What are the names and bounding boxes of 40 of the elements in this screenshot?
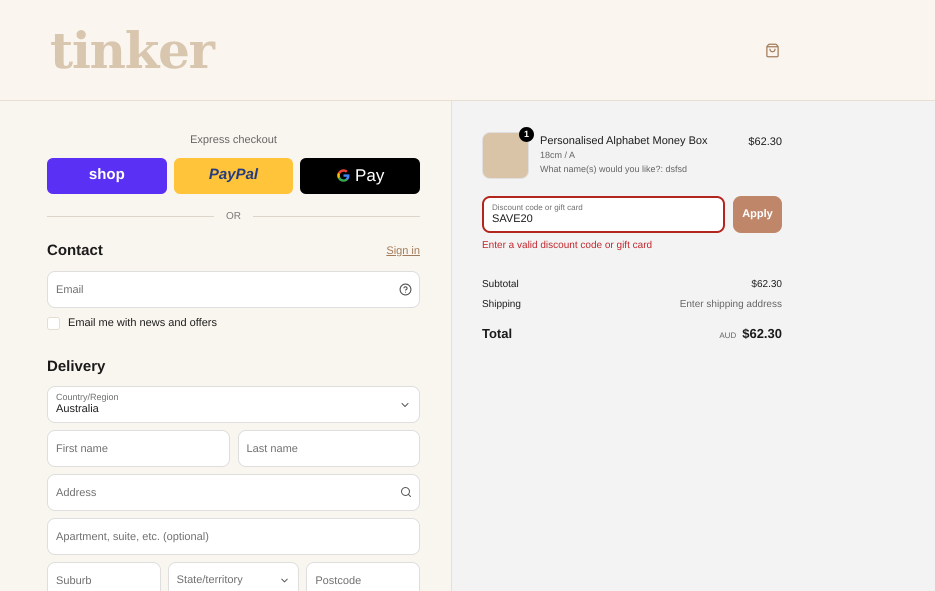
shopping-bag-icon[interactable] — [765, 42, 780, 58]
quantity-badge: 1 — [519, 127, 534, 142]
search-icon — [400, 486, 412, 498]
divider-label: OR — [226, 210, 241, 224]
input-field[interactable]: Last name — [238, 430, 420, 467]
error-message: Enter a valid discount code or gift card — [482, 239, 654, 253]
input-field[interactable]: Postcode — [306, 562, 420, 591]
input-field[interactable]: Address — [47, 474, 420, 511]
google-g-icon — [336, 168, 352, 183]
currency-code: AUD — [719, 330, 736, 342]
product-price: $62.30 — [748, 135, 782, 150]
country-select[interactable]: Country/Region Australia — [47, 386, 420, 423]
input-field[interactable]: First name — [47, 430, 230, 467]
help-icon[interactable] — [399, 283, 412, 296]
total-label: Total — [482, 325, 512, 343]
field-value: Australia — [56, 403, 100, 417]
product-photo-placeholder — [482, 132, 529, 179]
section-heading: Contact — [47, 240, 103, 260]
summary-label: Subtotal — [482, 278, 519, 292]
input-field[interactable]: Email — [47, 271, 420, 308]
product-note: What name(s) would you like?: dsfsd — [540, 163, 688, 176]
checkbox[interactable] — [47, 316, 60, 330]
total-value: $62.30 — [742, 325, 782, 343]
state-select[interactable]: State/territory — [168, 562, 300, 591]
sign-in-link[interactable]: Sign in — [386, 242, 420, 259]
summary-value: $62.30 — [751, 278, 782, 292]
summary-value: Enter shipping address — [680, 298, 782, 312]
product-variant: 18cm / A — [540, 149, 576, 162]
input-field[interactable]: Apartment, suite, etc. (optional) — [47, 518, 420, 555]
product-name: Personalised Alphabet Money Box — [540, 134, 709, 148]
input-field[interactable]: Suburb — [47, 562, 161, 591]
discount-field[interactable]: Discount code or gift card SAVE20 — [482, 196, 725, 233]
field-label: Country/Region — [56, 392, 119, 404]
shop-pay-button[interactable]: shop — [47, 158, 167, 194]
summary-label: Shipping — [482, 298, 521, 312]
checkbox-label: Email me with news and offers — [68, 316, 217, 331]
section-heading: Delivery — [47, 356, 106, 376]
google-pay-button[interactable]: Pay — [300, 158, 420, 194]
paypal-button[interactable]: PayPal — [174, 158, 294, 194]
section-title: Express checkout — [189, 133, 278, 148]
